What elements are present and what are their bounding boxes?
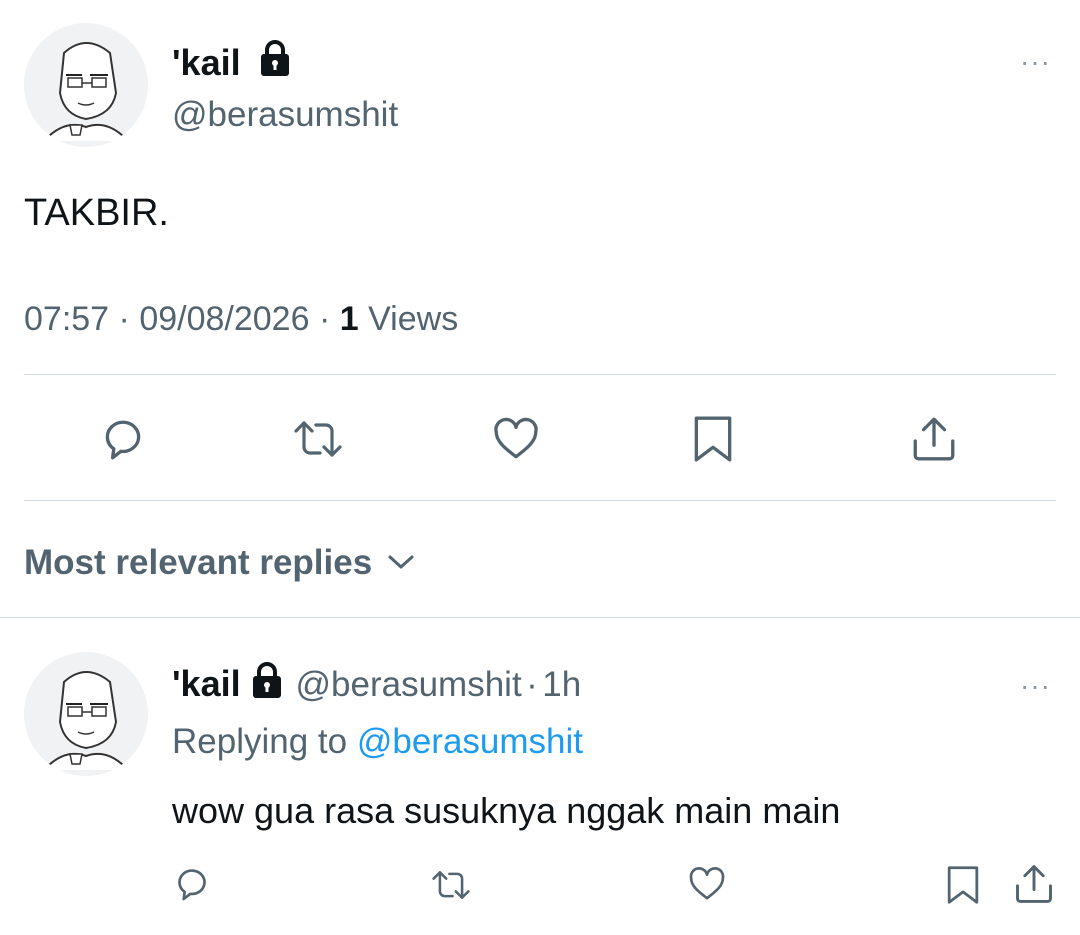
- retweet-icon[interactable]: [428, 866, 474, 909]
- like-icon[interactable]: [686, 864, 728, 909]
- meta-separator: ·: [318, 300, 331, 338]
- reply-icon[interactable]: [98, 414, 148, 469]
- reply-display-name[interactable]: 'kail: [172, 663, 241, 704]
- avatar[interactable]: [24, 23, 148, 147]
- reply-text: wow gua rasa susuknya nggak main main: [172, 790, 841, 831]
- meta-separator: ·: [118, 300, 130, 338]
- reply-age[interactable]: 1h: [542, 665, 581, 704]
- reply-handle[interactable]: @berasumshit: [296, 665, 522, 704]
- replying-to: Replying to @berasumshit: [172, 722, 583, 762]
- views-label: Views: [368, 300, 459, 338]
- like-icon[interactable]: [490, 414, 542, 469]
- tweet-time[interactable]: 07:57: [24, 300, 109, 338]
- views-count: 1: [339, 300, 359, 338]
- display-name-text[interactable]: 'kail: [172, 42, 241, 83]
- replies-sort-button[interactable]: Most relevant replies: [24, 543, 416, 583]
- retweet-icon[interactable]: [290, 414, 346, 469]
- tweet-text: TAKBIR.: [24, 192, 169, 234]
- replies-sort-label: Most relevant replies: [24, 543, 373, 582]
- divider: [24, 374, 1056, 375]
- chevron-down-icon: [386, 541, 416, 581]
- divider: [0, 617, 1080, 618]
- share-icon[interactable]: [1012, 862, 1056, 911]
- tweet-meta: 07:57 · 09/08/2026 · 1 Views: [24, 300, 458, 339]
- divider: [24, 500, 1056, 501]
- bookmark-icon[interactable]: [690, 414, 736, 469]
- more-icon[interactable]: ···: [1020, 46, 1051, 78]
- reply-icon[interactable]: [172, 864, 212, 909]
- reply-header: 'kail @berasumshit · 1h: [172, 661, 581, 716]
- handle[interactable]: @berasumshit: [172, 95, 398, 135]
- meta-separator: ·: [526, 665, 538, 704]
- lock-icon: [259, 40, 291, 85]
- replying-prefix: Replying to: [172, 722, 348, 761]
- share-icon[interactable]: [908, 414, 960, 469]
- bookmark-icon[interactable]: [944, 864, 982, 911]
- replying-handle-link[interactable]: @berasumshit: [357, 722, 583, 761]
- lock-icon: [251, 661, 283, 716]
- more-icon[interactable]: ···: [1020, 670, 1051, 702]
- reply-avatar[interactable]: [24, 652, 148, 776]
- display-name[interactable]: 'kail: [172, 40, 291, 85]
- tweet-date[interactable]: 09/08/2026: [139, 300, 309, 338]
